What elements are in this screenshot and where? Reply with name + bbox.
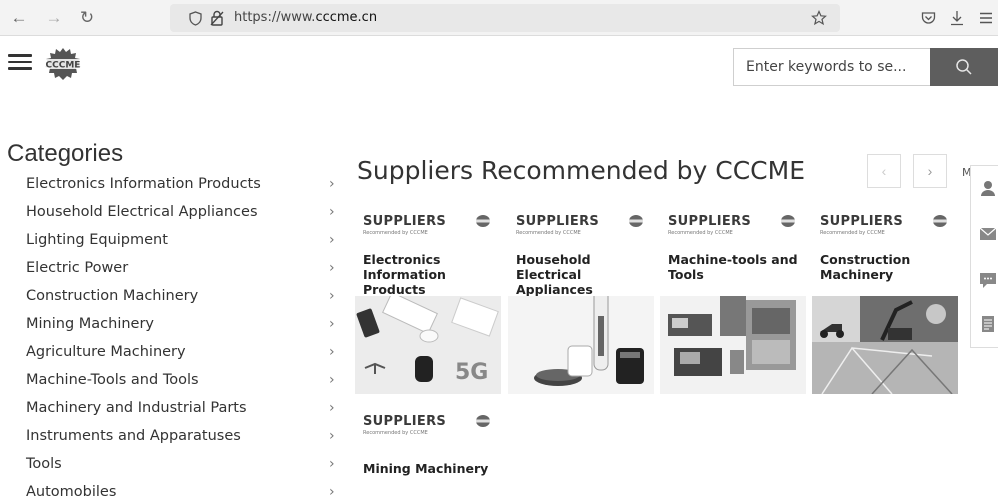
card-brand-sub: Recommended by CCCME xyxy=(363,430,428,436)
chevron-right-icon: › xyxy=(329,456,335,472)
forward-arrow-icon[interactable]: → xyxy=(43,7,65,29)
chevron-right-icon: › xyxy=(329,484,335,499)
supplier-card-appliances[interactable]: SUPPLIERS Recommended by CCCME Household… xyxy=(508,204,654,394)
category-item[interactable]: Agriculture Machinery › xyxy=(0,338,345,366)
chat-icon[interactable] xyxy=(978,270,998,290)
supplier-card-machine-tools[interactable]: SUPPLIERS Recommended by CCCME Machine-t… xyxy=(660,204,806,394)
category-item[interactable]: Electric Power › xyxy=(0,254,345,282)
card-brand: SUPPLIERS xyxy=(363,214,447,229)
svg-text:CCCME: CCCME xyxy=(46,61,81,71)
address-bar[interactable]: https://www.cccme.cn xyxy=(170,4,840,32)
category-item[interactable]: Machine-Tools and Tools › xyxy=(0,366,345,394)
lock-icon[interactable] xyxy=(206,6,228,30)
card-title: Household Electrical Appliances xyxy=(516,252,593,297)
carousel-prev-button[interactable]: ‹ xyxy=(867,154,901,188)
chevron-right-icon: › xyxy=(329,288,335,304)
category-label: Mining Machinery xyxy=(26,316,155,332)
chevron-right-icon: › xyxy=(329,204,335,220)
url-prefix: https://www. xyxy=(234,10,316,25)
chevron-right-icon: › xyxy=(329,400,335,416)
category-item[interactable]: Instruments and Apparatuses › xyxy=(0,422,345,450)
supplier-card-mining[interactable]: SUPPLIERS Recommended by CCCME Mining Ma… xyxy=(355,404,501,499)
chevron-right-icon: › xyxy=(329,428,335,444)
card-brand: SUPPLIERS xyxy=(363,414,447,429)
category-item[interactable]: Lighting Equipment › xyxy=(0,226,345,254)
carousel-next-button[interactable]: › xyxy=(913,154,947,188)
reload-icon[interactable]: ↻ xyxy=(76,7,98,29)
category-label: Agriculture Machinery xyxy=(26,344,186,360)
browser-toolbar: ← → ↻ https://www.cccme.cn xyxy=(0,0,998,36)
chevron-right-icon: › xyxy=(927,163,933,179)
category-item[interactable]: Mining Machinery › xyxy=(0,310,345,338)
chevron-right-icon: › xyxy=(329,260,335,276)
search-icon xyxy=(956,59,972,75)
hamburger-menu-icon[interactable] xyxy=(8,54,32,72)
category-item[interactable]: Automobiles › xyxy=(0,478,345,499)
url-text[interactable]: https://www.cccme.cn xyxy=(234,10,377,25)
category-item[interactable]: Machinery and Industrial Parts › xyxy=(0,394,345,422)
search-input[interactable] xyxy=(734,49,930,85)
category-label: Instruments and Apparatuses xyxy=(26,428,241,444)
category-label: Construction Machinery xyxy=(26,288,199,304)
category-item[interactable]: Household Electrical Appliances › xyxy=(0,198,345,226)
search-box[interactable] xyxy=(733,48,930,86)
cccme-mini-logo-icon xyxy=(476,415,490,427)
category-label: Electronics Information Products xyxy=(26,176,261,192)
chevron-right-icon: › xyxy=(329,372,335,388)
cccme-mini-logo-icon xyxy=(629,215,643,227)
cccme-mini-logo-icon xyxy=(476,215,490,227)
machine-tools-photo xyxy=(660,296,806,394)
category-label: Tools xyxy=(26,456,62,472)
card-brand-sub: Recommended by CCCME xyxy=(820,230,885,236)
category-item[interactable]: Electronics Information Products › xyxy=(0,170,345,198)
pocket-icon[interactable] xyxy=(917,7,939,29)
card-title: Machine-tools and Tools xyxy=(668,252,798,282)
card-brand-sub: Recommended by CCCME xyxy=(516,230,581,236)
category-label: Household Electrical Appliances xyxy=(26,204,258,220)
cccme-mini-logo-icon xyxy=(781,215,795,227)
svg-text:5G: 5G xyxy=(455,360,488,385)
appliances-photo xyxy=(508,296,654,394)
back-arrow-icon[interactable]: ← xyxy=(8,7,30,29)
suppliers-heading: Suppliers Recommended by CCCME xyxy=(357,156,805,185)
category-label: Machine-Tools and Tools xyxy=(26,372,199,388)
shield-icon[interactable] xyxy=(184,6,206,30)
cccme-logo[interactable]: CCCME xyxy=(38,46,88,82)
category-list: Electronics Information Products › Househ… xyxy=(0,170,345,499)
category-item[interactable]: Tools › xyxy=(0,450,345,478)
chevron-right-icon: › xyxy=(329,176,335,192)
chevron-left-icon: ‹ xyxy=(881,163,887,179)
contact-icon[interactable] xyxy=(978,178,998,198)
category-label: Machinery and Industrial Parts xyxy=(26,400,247,416)
card-title: Electronics Information Products xyxy=(363,252,446,297)
supplier-card-construction[interactable]: SUPPLIERS Recommended by CCCME Construct… xyxy=(812,204,958,394)
card-title: Mining Machinery xyxy=(363,461,489,476)
menu-icon[interactable] xyxy=(975,7,997,29)
construction-photo xyxy=(812,296,958,394)
download-icon[interactable] xyxy=(946,7,968,29)
document-icon[interactable] xyxy=(978,314,998,334)
url-domain: cccme.cn xyxy=(315,10,378,25)
electronics-photo: 5G xyxy=(355,296,501,394)
chevron-right-icon: › xyxy=(329,344,335,360)
floating-contact-bar xyxy=(970,165,998,348)
category-label: Automobiles xyxy=(26,484,117,499)
category-label: Lighting Equipment xyxy=(26,232,168,248)
card-brand-sub: Recommended by CCCME xyxy=(363,230,428,236)
bookmark-star-icon[interactable] xyxy=(808,6,830,30)
category-label: Electric Power xyxy=(26,260,129,276)
category-item[interactable]: Construction Machinery › xyxy=(0,282,345,310)
mail-icon[interactable] xyxy=(978,224,998,244)
supplier-card-electronics[interactable]: SUPPLIERS Recommended by CCCME Electroni… xyxy=(355,204,501,394)
cccme-mini-logo-icon xyxy=(933,215,947,227)
card-brand: SUPPLIERS xyxy=(516,214,600,229)
card-brand-sub: Recommended by CCCME xyxy=(668,230,733,236)
chevron-right-icon: › xyxy=(329,232,335,248)
card-brand: SUPPLIERS xyxy=(820,214,904,229)
card-title: Construction Machinery xyxy=(820,252,911,282)
card-brand: SUPPLIERS xyxy=(668,214,752,229)
categories-heading: Categories xyxy=(7,140,124,167)
chevron-right-icon: › xyxy=(329,316,335,332)
search-button[interactable] xyxy=(930,48,998,86)
